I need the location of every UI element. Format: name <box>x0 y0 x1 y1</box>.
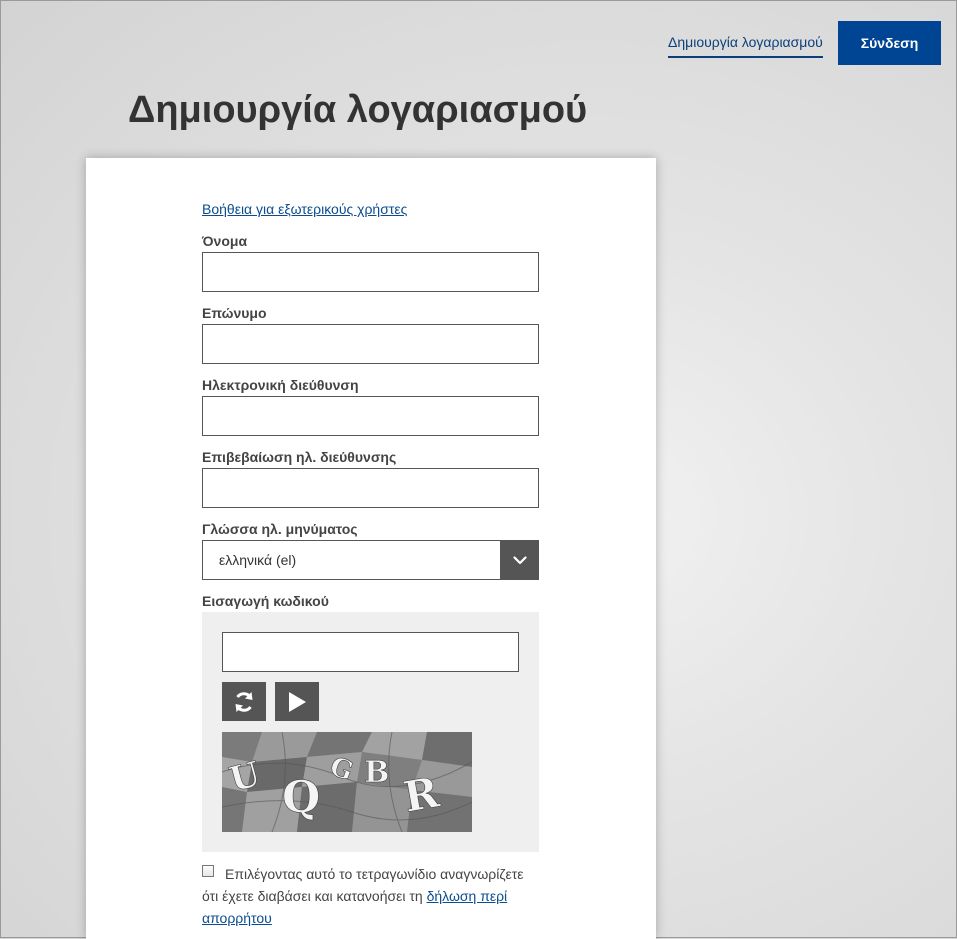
login-button[interactable]: Σύνδεση <box>838 21 941 65</box>
privacy-consent-text: Επιλέγοντας αυτό το τετραγωνίδιο αναγνωρ… <box>202 863 542 929</box>
registration-form: Βοήθεια για εξωτερικούς χρήστες Όνομα Επ… <box>86 158 656 939</box>
last-name-label: Επώνυμο <box>202 305 267 321</box>
chevron-down-icon[interactable] <box>500 540 539 580</box>
external-users-help-link[interactable]: Βοήθεια για εξωτερικούς χρήστες <box>202 201 407 217</box>
first-name-label: Όνομα <box>202 233 248 249</box>
email-language-select[interactable]: ελληνικά (el) <box>202 540 539 580</box>
email-confirm-label: Επιβεβαίωση ηλ. διεύθυνσης <box>202 449 397 465</box>
play-icon <box>289 691 306 712</box>
page-title: Δημιουργία λογαριασμού <box>128 89 588 131</box>
email-language-selected: ελληνικά (el) <box>219 552 297 568</box>
captcha-input[interactable] <box>222 632 519 672</box>
email-language-label: Γλώσσα ηλ. μηνύματος <box>202 521 358 537</box>
captcha-image: U Q G B R <box>222 732 472 832</box>
captcha-char: B <box>364 755 389 790</box>
email-input[interactable] <box>202 396 539 436</box>
first-name-input[interactable] <box>202 252 539 292</box>
create-account-link[interactable]: Δημιουργία λογαριασμού <box>668 34 823 58</box>
captcha-panel: U Q G B R <box>202 612 539 852</box>
captcha-audio-button[interactable] <box>275 682 319 721</box>
captcha-refresh-button[interactable] <box>222 682 266 721</box>
captcha-label: Εισαγωγή κωδικού <box>202 593 329 609</box>
email-confirm-input[interactable] <box>202 468 539 508</box>
last-name-input[interactable] <box>202 324 539 364</box>
refresh-icon <box>235 691 253 712</box>
email-label: Ηλεκτρονική διεύθυνση <box>202 377 359 393</box>
captcha-char: Q <box>282 772 320 823</box>
